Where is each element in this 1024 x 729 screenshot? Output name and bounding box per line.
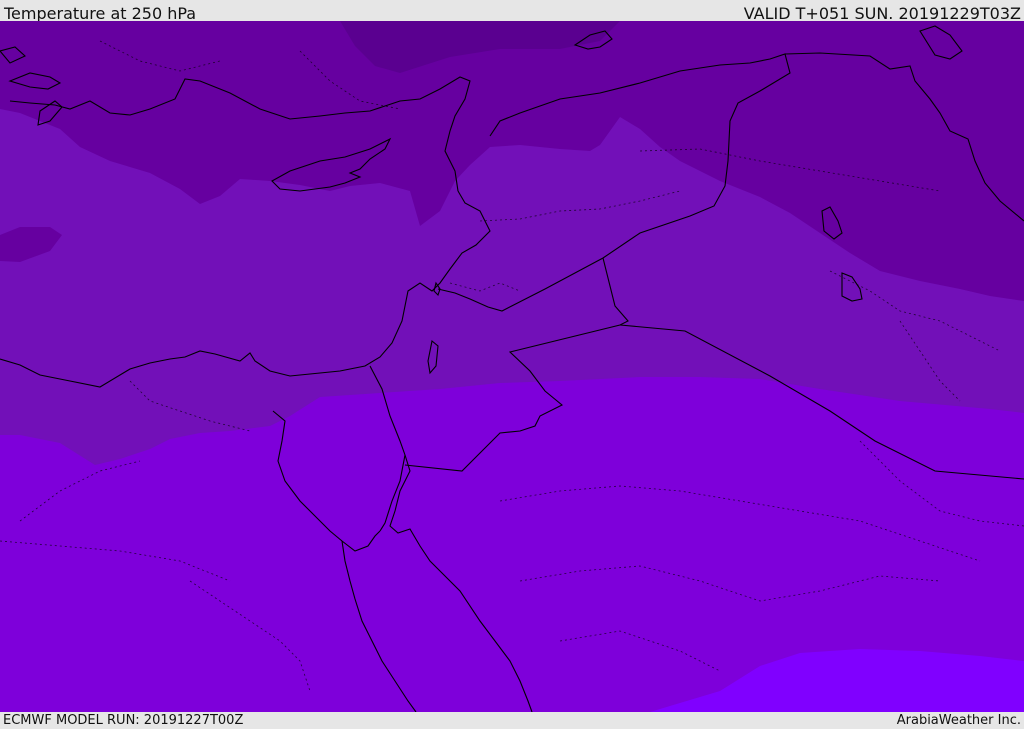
- map-header: Temperature at 250 hPa VALID T+051 SUN. …: [0, 0, 1024, 23]
- map-footer: ECMWF MODEL RUN: 20191227T00Z ArabiaWeat…: [0, 712, 1024, 729]
- brand-label: ArabiaWeather Inc.: [896, 713, 1021, 728]
- temperature-map: [0, 21, 1024, 712]
- model-run-label: ECMWF MODEL RUN: 20191227T00Z: [3, 713, 244, 728]
- map-canvas: [0, 21, 1024, 712]
